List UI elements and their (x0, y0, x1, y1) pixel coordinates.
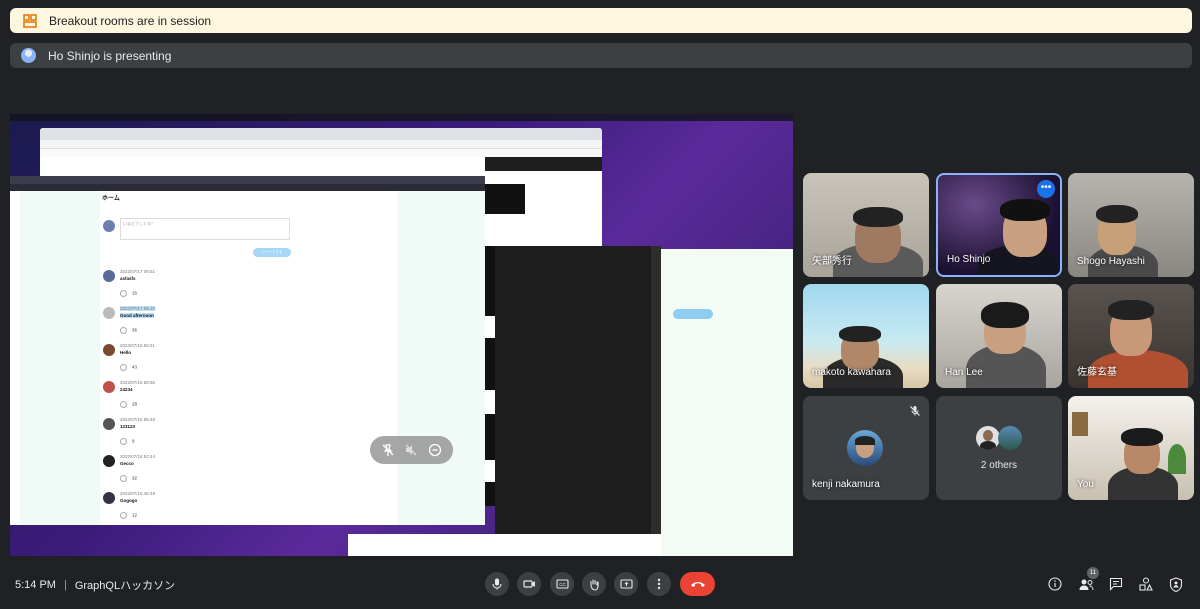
clock: 5:14 PM (15, 579, 56, 591)
heart-icon (120, 290, 127, 297)
captions-button[interactable]: CC (550, 572, 574, 596)
participant-avatar (847, 430, 883, 466)
timeline-post: 2022/07/16 56:21 Hello 43 (103, 343, 293, 381)
timeline-post: 2022/07/17 09:51 asfasfs 16 (103, 269, 293, 307)
timeline-post: 2022/07/16 52:44 Gecco 32 (103, 454, 293, 492)
microphone-button[interactable] (485, 572, 509, 596)
shield-icon (1169, 576, 1183, 592)
present-screen-button[interactable] (614, 572, 638, 596)
heart-icon (120, 364, 127, 371)
participant-tile-active[interactable]: ••• Ho Shinjo (936, 173, 1062, 277)
participant-name: makoto kawahara (812, 367, 891, 378)
more-options-icon[interactable]: ••• (1037, 180, 1055, 198)
participant-name: kenji nakamura (812, 479, 880, 490)
browser-window-right (661, 249, 793, 556)
participant-name: 矢部秀行 (812, 256, 852, 267)
mac-menubar (10, 114, 793, 121)
tweet-button: ツイートする (253, 248, 291, 257)
presentation-controls (370, 436, 453, 464)
heart-icon (120, 401, 127, 408)
participant-tile[interactable]: Shogo Hayashi (1068, 173, 1194, 277)
heart-icon (120, 475, 127, 482)
participant-tile[interactable]: kenji nakamura (803, 396, 929, 500)
heart-icon (120, 438, 127, 445)
participant-count-badge: 11 (1087, 567, 1099, 579)
chat-button[interactable] (1107, 575, 1125, 593)
participant-name: 佐藤玄基 (1077, 367, 1117, 378)
separator: | (63, 579, 67, 591)
camera-icon (522, 580, 535, 588)
hand-icon (590, 578, 599, 591)
shared-screen: ホーム いまどうしてる？ ツイートする 2022/07/17 09:51 asf… (10, 114, 793, 556)
participant-avatar (976, 426, 1000, 450)
others-tile[interactable]: 2 others (936, 396, 1062, 500)
activities-button[interactable] (1137, 575, 1155, 593)
code-editor-window (495, 246, 661, 536)
compose-area: いまどうしてる？ ツイートする (100, 202, 300, 257)
hangup-icon (690, 582, 705, 587)
meeting-details-button[interactable] (1046, 575, 1064, 593)
breakout-rooms-icon (23, 13, 37, 28)
presenting-banner-text: Ho Shinjo is presenting (48, 48, 172, 63)
leave-call-button[interactable] (680, 572, 715, 596)
browser-window-bottom (348, 534, 661, 556)
participant-name: Ho Shinjo (947, 254, 991, 265)
activities-icon (1139, 577, 1153, 591)
mic-icon (492, 578, 502, 590)
participant-tile[interactable]: 佐藤玄基 (1068, 284, 1194, 388)
svg-text:CC: CC (559, 582, 566, 587)
participant-name: Han Lee (945, 367, 983, 378)
compose-input: いまどうしてる？ (120, 218, 290, 240)
participant-tile[interactable]: makoto kawahara (803, 284, 929, 388)
audio-off-icon[interactable] (403, 442, 419, 458)
heart-icon (120, 327, 127, 334)
captions-icon: CC (555, 579, 569, 589)
info-icon (1048, 577, 1062, 591)
meeting-info: 5:14 PM | GraphQLハッカソン (15, 577, 175, 593)
timeline-heading: ホーム (102, 196, 120, 202)
timeline-post: 2022/07/16 46:48 Gogogo 12 (103, 491, 293, 525)
meeting-title: GraphQLハッカソン (74, 580, 176, 592)
timeline-post: 2022/07/16 55:48 123123 9 (103, 417, 293, 455)
people-icon (1079, 579, 1093, 590)
participant-tile[interactable]: Han Lee (936, 284, 1062, 388)
breakout-rooms-banner[interactable]: Breakout rooms are in session (10, 8, 1192, 33)
participant-tile[interactable]: 矢部秀行 (803, 173, 929, 277)
participant-name: Shogo Hayashi (1077, 256, 1145, 267)
participant-avatar (998, 426, 1022, 450)
present-icon (619, 579, 633, 589)
self-tile[interactable]: You (1068, 396, 1194, 500)
participant-name: You (1077, 479, 1094, 490)
chat-icon (1109, 577, 1123, 591)
breakout-banner-text: Breakout rooms are in session (49, 13, 212, 28)
more-vert-icon (657, 578, 661, 590)
more-options-button[interactable] (647, 572, 671, 596)
presenter-avatar-icon (21, 48, 36, 63)
timeline: ホーム いまどうしてる？ ツイートする 2022/07/17 09:51 asf… (100, 191, 300, 519)
camera-button[interactable] (517, 572, 541, 596)
mic-off-icon (909, 404, 921, 416)
remove-icon[interactable] (427, 442, 443, 458)
host-controls-button[interactable] (1167, 575, 1185, 593)
others-label: 2 others (980, 460, 1018, 471)
browser-window-front: ホーム いまどうしてる？ ツイートする 2022/07/17 09:51 asf… (10, 176, 485, 525)
timeline-post: 2022/07/17 09:10 Good afternoon 36 (103, 306, 293, 344)
heart-icon (120, 512, 127, 519)
raise-hand-button[interactable] (582, 572, 606, 596)
pin-off-icon[interactable] (380, 442, 396, 458)
presenting-banner: Ho Shinjo is presenting (10, 43, 1192, 68)
timeline-post: 2022/07/16 55:55 24234 28 (103, 380, 293, 418)
